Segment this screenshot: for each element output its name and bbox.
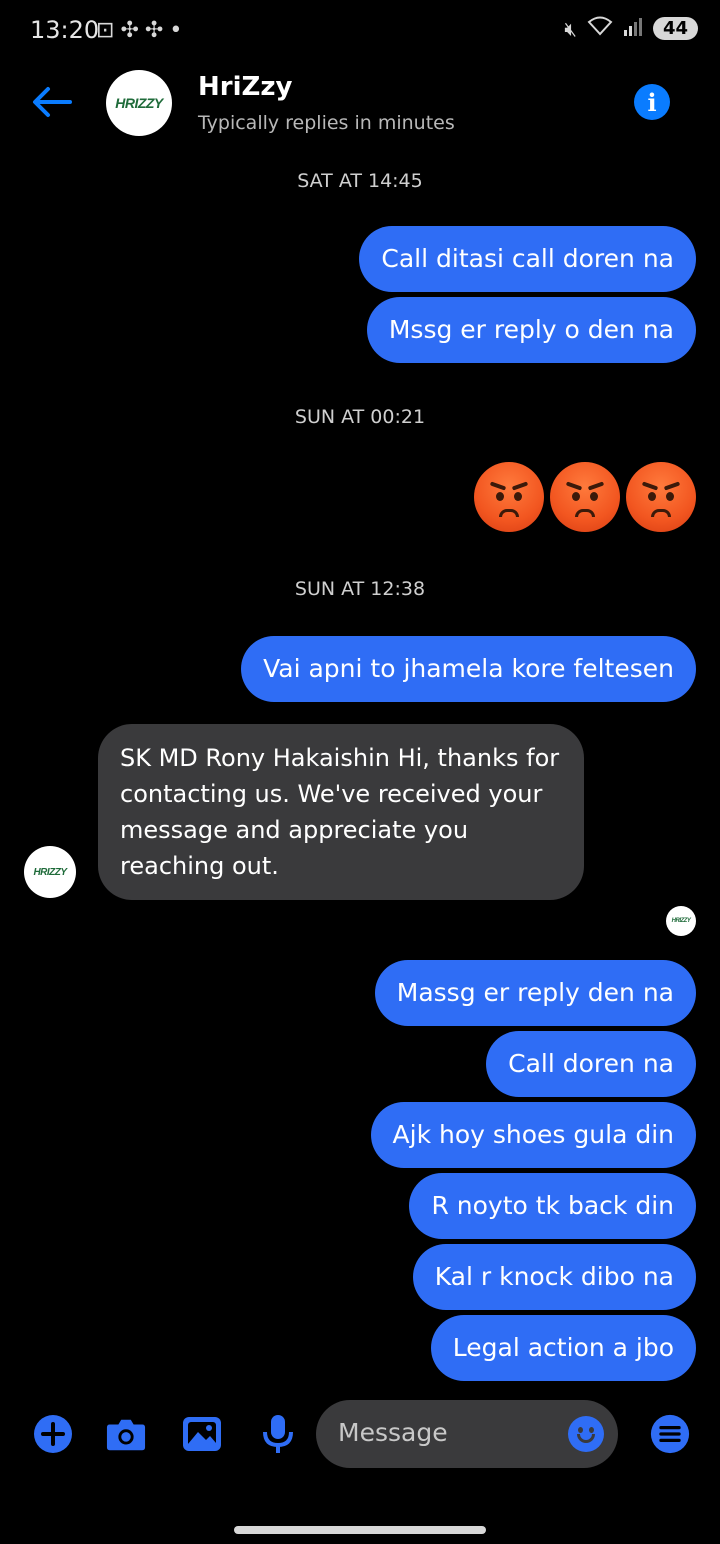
menu-icon[interactable] [650,1414,690,1454]
incoming-message[interactable]: SK MD Rony Hakaishin Hi, thanks for cont… [98,724,584,900]
outgoing-message[interactable]: Call ditasi call doren na [359,226,696,292]
reply-time-status: Typically replies in minutes [198,112,455,134]
back-arrow-icon[interactable] [30,84,74,120]
gallery-icon[interactable] [182,1414,222,1454]
microphone-icon[interactable] [258,1414,298,1454]
camera-icon[interactable] [106,1414,146,1454]
dot-icon: • [169,18,183,43]
emoji-icon[interactable] [568,1416,604,1452]
brand-logo: HRIZZY [671,918,691,924]
status-system-icons: 🔇︎ 44 [564,16,698,41]
angry-face-icon [550,462,620,532]
outgoing-message[interactable]: Legal action a jbo [430,1315,696,1381]
outgoing-emoji-message[interactable] [474,462,696,532]
signal-icon [623,17,643,41]
outgoing-message[interactable]: Mssg er reply o den na [366,297,696,363]
outgoing-message[interactable]: Kal r knock dibo na [412,1244,696,1310]
status-notification-icons: ⊡ ✣ ✣ • [96,18,182,43]
home-indicator[interactable] [234,1526,486,1534]
seen-indicator-avatar: HRIZZY [666,906,696,936]
battery-indicator: 44 [652,17,698,40]
message-input[interactable]: Message [316,1400,618,1468]
info-icon[interactable]: i [634,84,670,120]
timestamp: SUN AT 00:21 [294,406,426,428]
status-time: 13:20 [30,16,100,44]
timestamp: SAT AT 14:45 [297,170,423,192]
brand-logo: HRIZZY [33,866,67,878]
fan-icon: ✣ [120,18,139,43]
angry-face-icon [474,462,544,532]
outgoing-message[interactable]: Massg er reply den na [374,960,696,1026]
screenshot-icon: ⊡ [96,18,115,43]
message-composer: Message [0,1396,720,1476]
wifi-icon [587,16,613,41]
sender-avatar[interactable]: HRIZZY [24,846,76,898]
outgoing-message[interactable]: Call doren na [486,1031,696,1097]
page-title[interactable]: HriZzy [198,72,292,102]
fan-icon: ✣ [144,18,164,43]
angry-face-icon [626,462,696,532]
timestamp: SUN AT 12:38 [294,578,426,600]
brand-logo: HRIZZY [115,95,163,111]
plus-icon[interactable] [33,1414,73,1454]
chat-header: HRIZZY HriZzy Typically replies in minut… [0,64,720,154]
outgoing-message[interactable]: Vai apni to jhamela kore feltesen [241,636,696,702]
avatar[interactable]: HRIZZY [106,70,172,136]
status-bar: 13:20 ⊡ ✣ ✣ • 🔇︎ 44 [0,0,720,64]
mute-icon: 🔇︎ [564,16,577,41]
outgoing-message[interactable]: Ajk hoy shoes gula din [370,1102,696,1168]
message-placeholder: Message [338,1418,448,1447]
outgoing-message[interactable]: R noyto tk back din [409,1173,696,1239]
